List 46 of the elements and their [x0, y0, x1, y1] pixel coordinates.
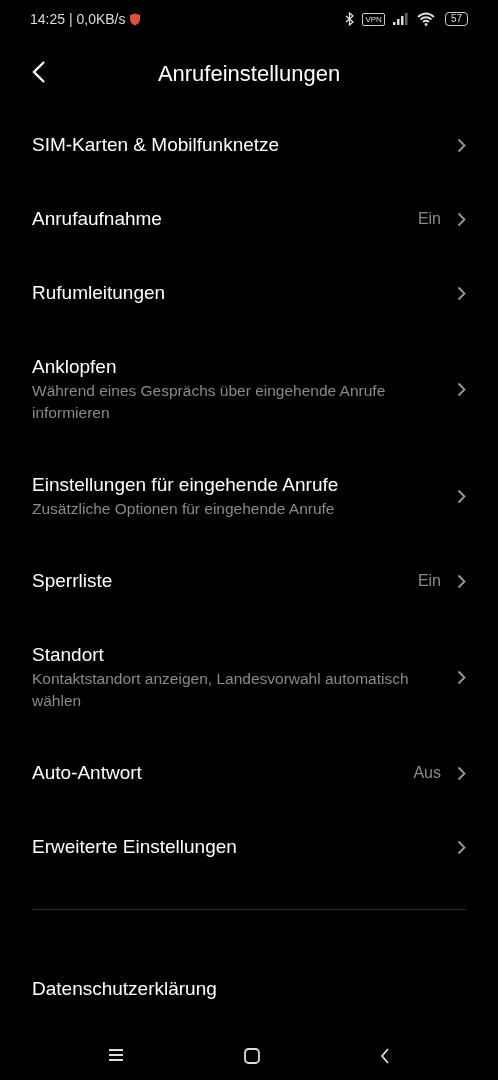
settings-item[interactable]: Sperrliste Ein	[0, 544, 498, 618]
item-title: Rufumleitungen	[32, 281, 167, 305]
settings-item[interactable]: SIM-Karten & Mobilfunknetze	[0, 108, 498, 182]
settings-item[interactable]: Einstellungen für eingehende Anrufe Zusätzliche Optionen für eingehende Anrufe	[0, 448, 498, 544]
settings-item[interactable]: Anrufaufnahme Ein	[0, 182, 498, 256]
status-time: 14:25 | 0,0KB/s	[30, 9, 126, 29]
chevron-icon	[457, 839, 466, 855]
settings-item[interactable]: Datenschutzerklärung	[0, 952, 498, 1026]
shield-icon	[129, 12, 142, 26]
chevron-icon	[457, 765, 466, 781]
screen-title: Anrufeinstellungen	[157, 59, 341, 88]
chevron-icon	[457, 285, 466, 301]
menu-icon[interactable]	[108, 1048, 124, 1062]
settings-item[interactable]: Standort Kontaktstandort anzeigen, Landesvorwahl automatisch wählen	[0, 618, 498, 736]
settings-item[interactable]: Auto-Antwort Aus	[0, 736, 498, 810]
battery-indicator: 57	[444, 12, 468, 26]
item-title: Einstellungen für eingehende Anrufe	[32, 473, 340, 497]
vpn-indicator: VPN	[362, 12, 385, 26]
home-icon[interactable]	[244, 1048, 260, 1064]
item-description: Zusätzliche Optionen für eingehende Anrufe	[32, 499, 336, 519]
chevron-icon	[457, 669, 466, 685]
item-value: Aus	[413, 763, 441, 783]
settings-item[interactable]: Anklopfen Während eines Gesprächs über eingehende Anrufe informieren	[0, 330, 498, 448]
settings-item[interactable]: Erweiterte Einstellungen	[0, 810, 498, 884]
item-title: Auto-Antwort	[32, 761, 143, 785]
signal-icon	[392, 13, 409, 25]
item-description: Kontaktstandort anzeigen, Landesvorwahl automatisch wählen	[32, 669, 410, 711]
chevron-icon	[457, 488, 466, 504]
item-title: SIM-Karten & Mobilfunknetze	[32, 133, 281, 157]
item-title: Erweiterte Einstellungen	[32, 835, 238, 859]
chevron-icon	[457, 381, 466, 397]
bluetooth-icon	[345, 12, 355, 26]
settings-item[interactable]: Rufumleitungen	[0, 256, 498, 330]
item-title: Datenschutzerklärung	[32, 977, 218, 1001]
wifi-icon	[416, 12, 437, 26]
chevron-icon	[457, 573, 466, 589]
back-icon[interactable]	[380, 1048, 390, 1064]
item-title: Sperrliste	[32, 569, 114, 593]
item-title: Standort	[32, 643, 105, 667]
item-value: Ein	[417, 571, 441, 591]
chevron-icon	[457, 137, 466, 153]
item-title: Anklopfen	[32, 355, 118, 379]
item-value: Ein	[417, 209, 441, 229]
item-title: Anrufaufnahme	[32, 207, 163, 231]
chevron-icon	[457, 211, 466, 227]
item-description: Während eines Gesprächs über eingehende Anrufe informieren	[32, 381, 387, 423]
